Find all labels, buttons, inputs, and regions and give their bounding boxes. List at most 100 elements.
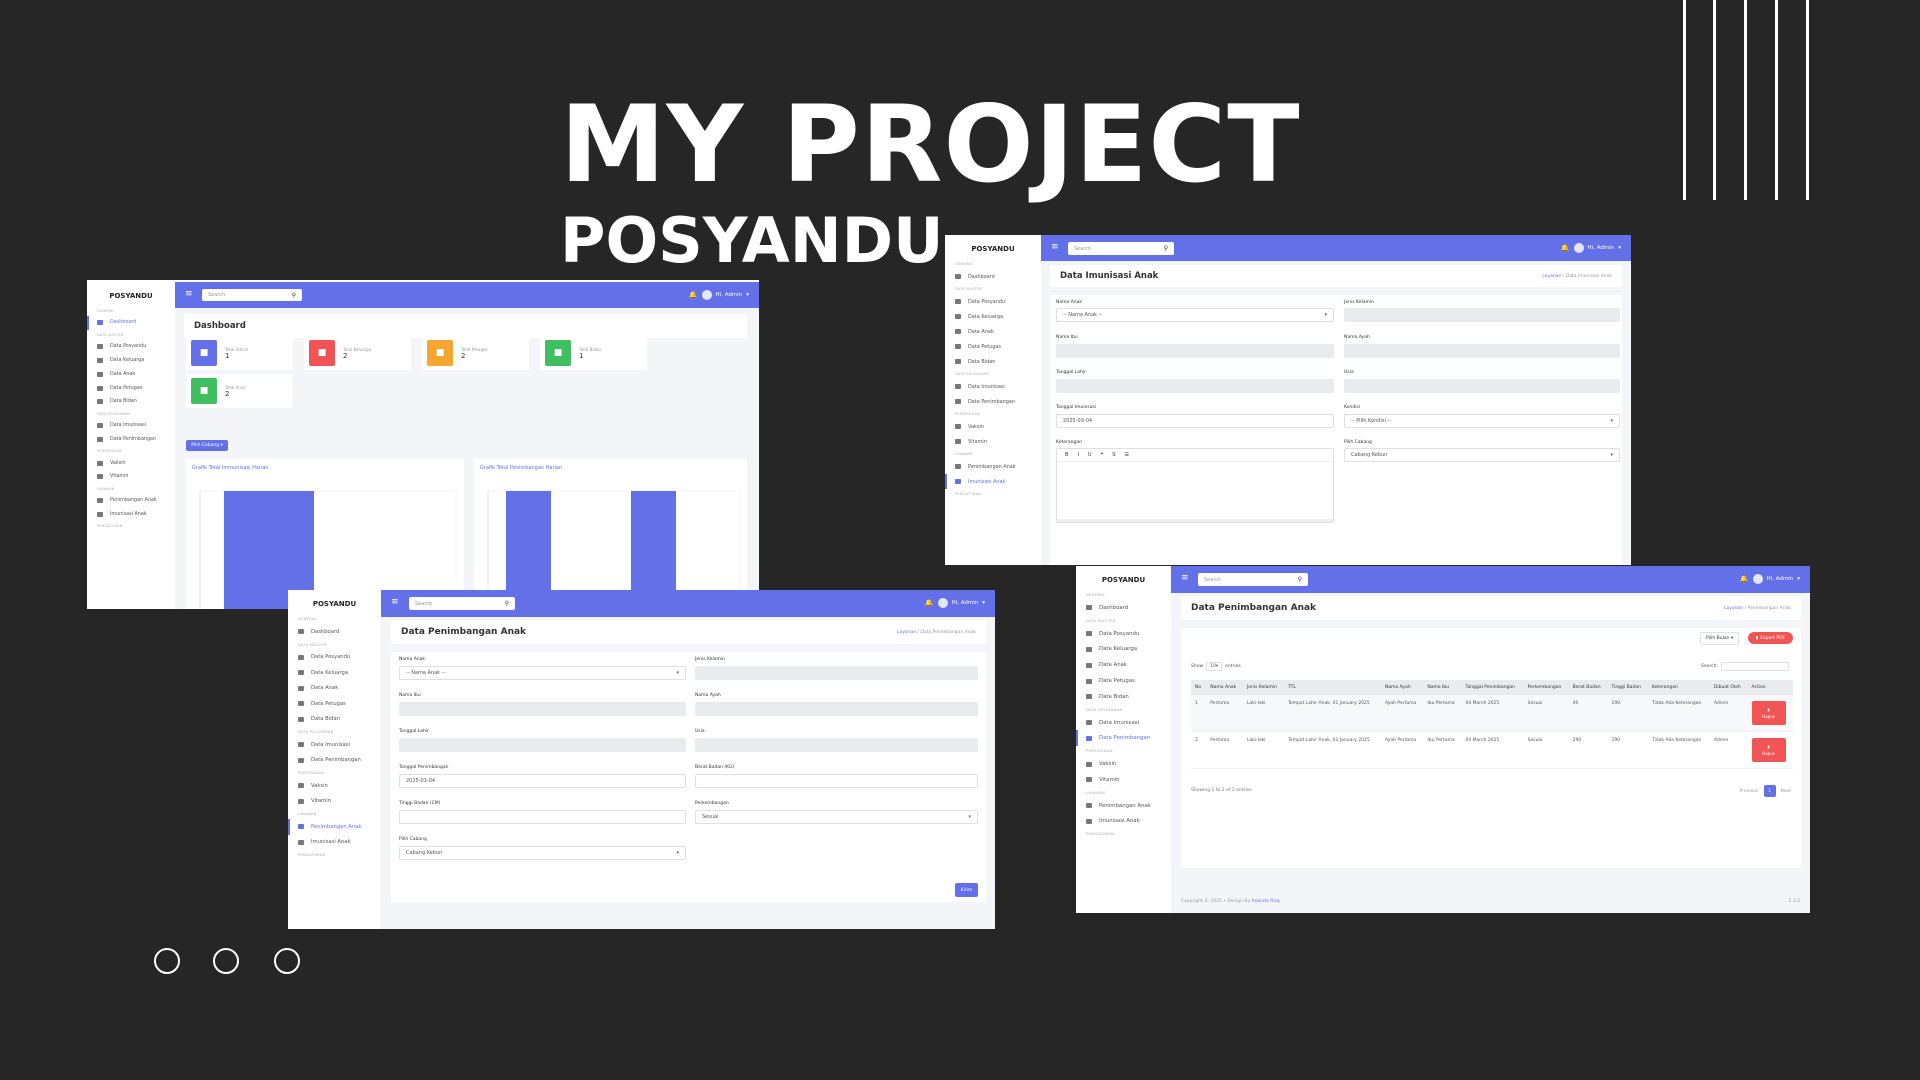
sidebar-item-data-posyandu[interactable]: Data Posyandu [288, 650, 381, 666]
sidebar-item-data-posyandu[interactable]: Data Posyandu [87, 340, 175, 354]
search-box[interactable]: Search ⚲ [409, 597, 515, 610]
nama-anak-select[interactable]: -- Nama Anak -- ▾ [1056, 308, 1334, 322]
submit-button[interactable]: Kirim [955, 883, 978, 897]
sidebar-item-dashboard[interactable]: Dashboard [1076, 600, 1171, 616]
entries-select[interactable]: 10▾ [1206, 662, 1223, 671]
sidebar-item-data-petugas[interactable]: Data Petugas [1076, 673, 1171, 689]
footer-author-link[interactable]: Ananda Rizq [1251, 899, 1279, 904]
sidebar-item-data-petugas[interactable]: Data Petugas [87, 381, 175, 395]
sidebar-item-data-bidan[interactable]: Data Bidan [945, 354, 1041, 369]
sidebar-item-data-bidan[interactable]: Data Bidan [87, 395, 175, 409]
user-menu[interactable]: 🔔 Hi, Admin ▾ [1740, 574, 1800, 584]
pagination-next[interactable]: Next [1781, 789, 1791, 794]
nama-anak-select[interactable]: -- Nama Anak -- ▾ [399, 666, 686, 680]
sidebar-item-vitamin[interactable]: Vitamin [1076, 772, 1171, 788]
sidebar-item-data-anak[interactable]: Data Anak [1076, 657, 1171, 673]
column-header[interactable]: Keterangan [1647, 680, 1710, 695]
list-icon[interactable]: ☰ [1124, 452, 1128, 458]
column-header[interactable]: No [1191, 680, 1207, 695]
breadcrumb-root[interactable]: Layanan [897, 630, 916, 635]
hamburger-icon[interactable]: ≡ [391, 598, 399, 607]
sidebar-item-penimbangan-anak[interactable]: Penimbangan Anak [288, 819, 381, 835]
sidebar-item-data-anak[interactable]: Data Anak [945, 324, 1041, 339]
bell-icon[interactable]: 🔔 [689, 291, 698, 299]
sidebar-item-data-keluarga[interactable]: Data Keluarga [288, 665, 381, 681]
delete-button[interactable]: ▮ Hapus [1751, 701, 1786, 725]
breadcrumb-root[interactable]: Layanan [1724, 606, 1743, 611]
search-icon[interactable]: ⚲ [505, 600, 509, 607]
column-header[interactable]: Action [1747, 680, 1793, 695]
column-header[interactable]: Nama Anak [1206, 680, 1243, 695]
search-input[interactable]: Search [1204, 577, 1221, 583]
bell-icon[interactable]: 🔔 [925, 599, 934, 607]
column-header[interactable]: TTL [1283, 680, 1381, 695]
perkembangan-select[interactable]: Sesuai ▾ [695, 810, 978, 824]
user-menu[interactable]: 🔔 Hi, Admin ▾ [925, 598, 985, 608]
sidebar-item-data-anak[interactable]: Data Anak [87, 367, 175, 381]
sidebar-item-dashboard[interactable]: Dashboard [945, 269, 1041, 284]
column-header[interactable]: Nama Ayah [1380, 680, 1424, 695]
hamburger-icon[interactable]: ≡ [1051, 243, 1059, 252]
column-header[interactable]: Nama Ibu [1423, 680, 1462, 695]
column-header[interactable]: Tinggi Badan [1607, 680, 1648, 695]
search-box[interactable]: Search ⚲ [1068, 242, 1174, 255]
sidebar-item-imunisasi-anak[interactable]: Imunisasi Anak [87, 508, 175, 522]
sidebar-item-vaksin[interactable]: Vaksin [1076, 756, 1171, 772]
tinggi-badan-input[interactable] [399, 810, 686, 824]
pagination-page[interactable]: 1 [1763, 785, 1776, 797]
sidebar-item-imunisasi-anak[interactable]: Imunisasi Anak [945, 474, 1041, 489]
sidebar-item-penimbangan-anak[interactable]: Penimbangan Anak [87, 494, 175, 508]
hamburger-icon[interactable]: ≡ [1181, 574, 1189, 583]
month-select[interactable]: Pilih Bulan ▾ [1700, 632, 1740, 645]
sidebar-item-data-penimbangan[interactable]: Data Penimbangan [288, 753, 381, 769]
sidebar-item-data-imunisasi[interactable]: Data Imunisasi [1076, 715, 1171, 731]
sidebar-item-penimbangan-anak[interactable]: Penimbangan Anak [1076, 798, 1171, 814]
sidebar-item-data-bidan[interactable]: Data Bidan [1076, 689, 1171, 705]
sidebar-item-data-keluarga[interactable]: Data Keluarga [1076, 642, 1171, 658]
branch-button[interactable]: Pilih Cabang ▾ [186, 440, 228, 451]
delete-button[interactable]: ▮ Hapus [1751, 738, 1786, 762]
search-icon[interactable]: ⚲ [292, 292, 296, 299]
sidebar-item-imunisasi-anak[interactable]: Imunisasi Anak [288, 835, 381, 851]
sidebar-item-data-keluarga[interactable]: Data Keluarga [945, 309, 1041, 324]
sidebar-item-data-imunisasi[interactable]: Data Imunisasi [288, 737, 381, 753]
column-header[interactable]: Berat Badan [1568, 680, 1608, 695]
bell-icon[interactable]: 🔔 [1740, 575, 1749, 583]
sidebar-item-data-posyandu[interactable]: Data Posyandu [1076, 626, 1171, 642]
user-menu[interactable]: 🔔 Hi, Admin ▾ [689, 290, 749, 300]
kondisi-select[interactable]: -- Pilih Kondisi -- ▾ [1344, 414, 1620, 428]
sidebar-item-data-penimbangan[interactable]: Data Penimbangan [945, 394, 1041, 409]
quote-icon[interactable]: ❝ [1101, 452, 1104, 458]
sidebar-item-vitamin[interactable]: Vitamin [288, 794, 381, 810]
search-box[interactable]: Search ⚲ [1198, 573, 1308, 586]
hamburger-icon[interactable]: ≡ [185, 290, 193, 299]
search-input[interactable]: Search [415, 601, 432, 607]
berat-badan-input[interactable] [695, 774, 978, 788]
sidebar-item-data-posyandu[interactable]: Data Posyandu [945, 294, 1041, 309]
column-header[interactable]: Dibuat Oleh [1709, 680, 1748, 695]
underline-icon[interactable]: U [1088, 452, 1092, 458]
sidebar-item-data-penimbangan[interactable]: Data Penimbangan [87, 432, 175, 446]
sidebar-item-vitamin[interactable]: Vitamin [945, 434, 1041, 449]
column-header[interactable]: Tanggal Penimbangan [1461, 680, 1524, 695]
sidebar-item-dashboard[interactable]: Dashboard [87, 316, 175, 330]
sidebar-item-vaksin[interactable]: Vaksin [945, 419, 1041, 434]
sidebar-item-data-imunisasi[interactable]: Data Imunisasi [945, 379, 1041, 394]
sidebar-item-data-petugas[interactable]: Data Petugas [288, 696, 381, 712]
cabang-select[interactable]: Cabang Kebun ▾ [399, 846, 686, 860]
sidebar-item-vaksin[interactable]: Vaksin [288, 778, 381, 794]
sidebar-item-vaksin[interactable]: Vaksin [87, 456, 175, 470]
search-icon[interactable]: ⚲ [1164, 245, 1168, 252]
italic-icon[interactable]: I [1077, 452, 1078, 458]
tanggal-penimbangan-input[interactable]: 2025-03-04 [399, 774, 686, 788]
sidebar-item-imunisasi-anak[interactable]: Imunisasi Anak [1076, 814, 1171, 830]
sidebar-item-vitamin[interactable]: Vitamin [87, 470, 175, 484]
sidebar-item-data-anak[interactable]: Data Anak [288, 681, 381, 697]
column-header[interactable]: Perkembangan [1523, 680, 1569, 695]
sidebar-item-data-penimbangan[interactable]: Data Penimbangan [1076, 730, 1171, 747]
pagination-previous[interactable]: Previous [1739, 789, 1758, 794]
search-icon[interactable]: ⚲ [1298, 576, 1302, 583]
column-header[interactable]: Jenis Kelamin [1242, 680, 1284, 695]
breadcrumb-root[interactable]: Layanan [1542, 274, 1561, 279]
tanggal-imunisasi-input[interactable]: 2025-03-04 [1056, 414, 1334, 428]
